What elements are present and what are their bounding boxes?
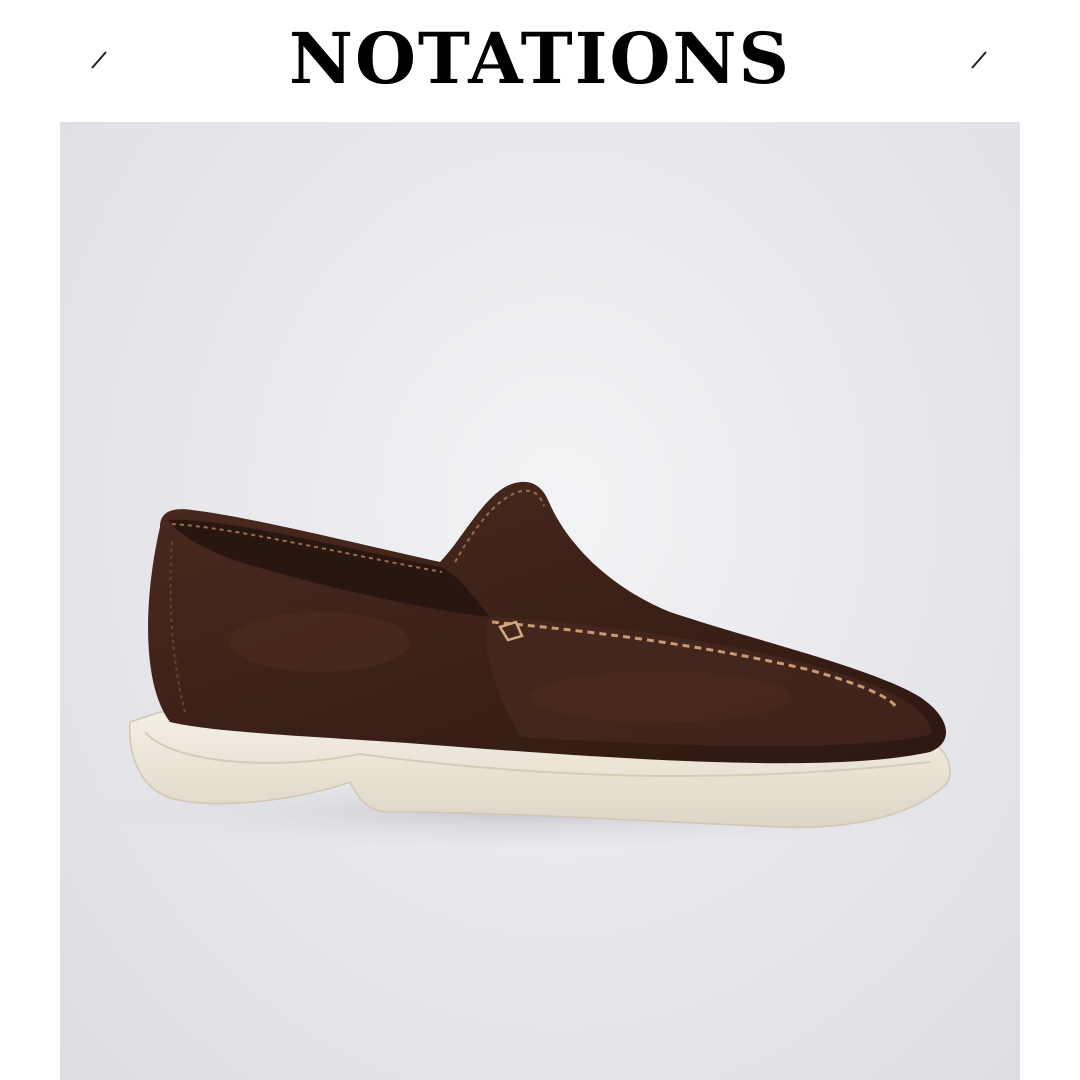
slash-mark-icon [971,51,987,69]
header: NOTATIONS [0,0,1080,122]
suede-highlight [530,671,790,723]
loafer-shoe-illustration [90,481,951,850]
page: NOTATIONS [0,0,1080,1080]
brand-title: NOTATIONS [288,17,792,100]
product-photo [60,122,1020,1080]
suede-highlight [230,612,410,672]
